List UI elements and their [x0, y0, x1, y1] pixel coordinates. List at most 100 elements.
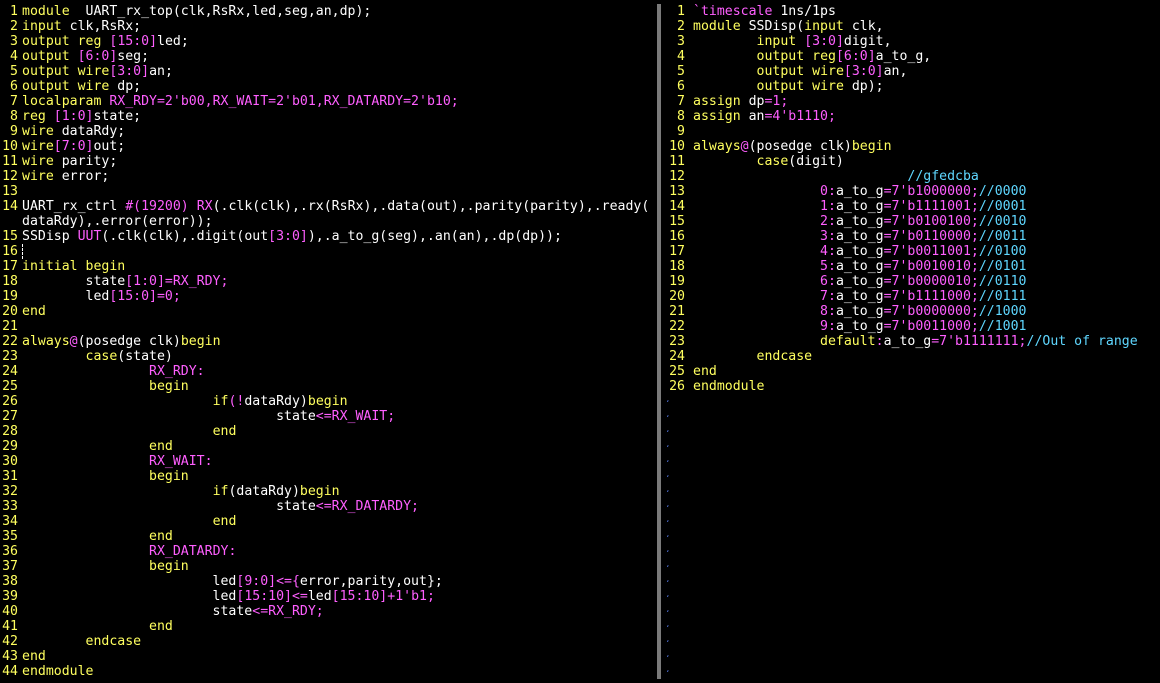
left-code-line[interactable]: 23 case(state) — [0, 349, 655, 364]
right-code-line[interactable]: 20 7:a_to_g=7'b1111000;//0111 — [667, 289, 1160, 304]
line-number: 14 — [2, 199, 18, 214]
left-code-line[interactable]: 44 endmodule — [0, 664, 655, 679]
right-code-line[interactable]: 12 //gfedcba — [667, 169, 1160, 184]
right-code-line[interactable]: 21 8:a_to_g=7'b0000000;//1000 — [667, 304, 1160, 319]
right-code-line[interactable]: 10 always@(posedge clk)begin — [667, 139, 1160, 154]
line-number: 13 — [669, 184, 685, 199]
left-code-line[interactable]: 2 input clk,RsRx; — [0, 19, 655, 34]
code-text: endcase — [756, 349, 813, 364]
left-code-line[interactable]: 40 state<=RX_RDY; — [0, 604, 655, 619]
right-code-line[interactable]: 16 3:a_to_g=7'b0110000;//0011 — [667, 229, 1160, 244]
right-code-line[interactable]: 18 5:a_to_g=7'b0010010;//0101 — [667, 259, 1160, 274]
empty-line-marker: ~ — [667, 454, 669, 469]
code-text: 8:a_to_g=7'b0000000;//1000 — [820, 304, 1027, 319]
right-code-line[interactable]: 3 input [3:0]digit, — [667, 34, 1160, 49]
left-code-line[interactable]: 31 begin — [0, 469, 655, 484]
left-code-line[interactable]: 28 end — [0, 424, 655, 439]
line-number: 11 — [2, 154, 18, 169]
line-number: 33 — [2, 499, 18, 514]
right-code-lines[interactable]: 1 `timescale 1ns/1ps 2 module SSDisp(input … — [667, 4, 1160, 679]
left-code-line[interactable]: 41 end — [0, 619, 655, 634]
left-code-line[interactable]: 9 wire dataRdy; — [0, 124, 655, 139]
left-code-line[interactable]: 43 end — [0, 649, 655, 664]
line-number: 26 — [669, 379, 685, 394]
left-code-line[interactable]: 21 — [0, 319, 655, 334]
left-code-line[interactable]: 33 state<=RX_DATARDY; — [0, 499, 655, 514]
right-code-line[interactable]: 11 case(digit) — [667, 154, 1160, 169]
left-code-line[interactable]: 27 state<=RX_WAIT; — [0, 409, 655, 424]
left-code-line[interactable]: 30 RX_WAIT: — [0, 454, 655, 469]
code-text: 3:a_to_g=7'b0110000;//0011 — [820, 229, 1027, 244]
right-code-line[interactable]: 7 assign dp=1; — [667, 94, 1160, 109]
left-code-line[interactable]: 5 output wire[3:0]an; — [0, 64, 655, 79]
code-text: SSDisp UUT(.clk(clk),.digit(out[3:0]),.a… — [22, 229, 562, 244]
left-code-lines[interactable]: 1 module UART_rx_top(clk,RsRx,led,seg,an,… — [0, 4, 655, 679]
left-code-line[interactable]: 20 end — [0, 304, 655, 319]
right-code-line[interactable]: 25 end — [667, 364, 1160, 379]
line-number: 16 — [669, 229, 685, 244]
left-code-line[interactable]: 14 UART_rx_ctrl #(19200) RX(.clk(clk),.rx… — [0, 199, 655, 214]
right-code-line[interactable]: 19 6:a_to_g=7'b0000010;//0110 — [667, 274, 1160, 289]
right-code-line[interactable]: 24 endcase — [667, 349, 1160, 364]
left-code-line[interactable]: 19 led[15:0]=0; — [0, 289, 655, 304]
left-code-line[interactable]: 22 always@(posedge clk)begin — [0, 334, 655, 349]
left-code-line[interactable]: 10 wire[7:0]out; — [0, 139, 655, 154]
left-code-line[interactable]: 8 reg [1:0]state; — [0, 109, 655, 124]
vertical-split-divider[interactable] — [655, 0, 667, 683]
left-code-line[interactable]: 39 led[15:10]<=led[15:10]+1'b1; — [0, 589, 655, 604]
right-code-line[interactable]: 26 endmodule — [667, 379, 1160, 394]
right-code-line[interactable]: 14 1:a_to_g=7'b1111001;//0001 — [667, 199, 1160, 214]
code-text: endmodule — [693, 379, 765, 394]
line-number: 39 — [2, 589, 18, 604]
left-code-line[interactable]: 38 led[9:0]<={error,parity,out}; — [0, 574, 655, 589]
left-code-line[interactable]: 32 if(dataRdy)begin — [0, 484, 655, 499]
right-code-line[interactable]: 5 output wire[3:0]an, — [667, 64, 1160, 79]
left-code-line[interactable]: 12 wire error; — [0, 169, 655, 184]
right-code-line[interactable]: 17 4:a_to_g=7'b0011001;//0100 — [667, 244, 1160, 259]
left-code-line[interactable]: 37 begin — [0, 559, 655, 574]
line-number: 9 — [10, 124, 18, 139]
left-editor-pane[interactable]: 1 module UART_rx_top(clk,RsRx,led,seg,an,… — [0, 0, 655, 683]
line-number: 18 — [2, 274, 18, 289]
left-code-line[interactable]: 25 begin — [0, 379, 655, 394]
left-code-line[interactable]: 26 if(!dataRdy)begin — [0, 394, 655, 409]
left-code-line[interactable]: 17 initial begin — [0, 259, 655, 274]
left-code-line[interactable]: 16 — [0, 244, 655, 259]
left-code-line[interactable]: 34 end — [0, 514, 655, 529]
left-code-line[interactable]: 11 wire parity; — [0, 154, 655, 169]
code-text: end — [22, 649, 46, 664]
left-code-line[interactable]: 15 SSDisp UUT(.clk(clk),.digit(out[3:0]),… — [0, 229, 655, 244]
right-code-line[interactable]: 9 — [667, 124, 1160, 139]
left-code-line[interactable]: 6 output wire dp; — [0, 79, 655, 94]
right-code-line[interactable]: 22 9:a_to_g=7'b0011000;//1001 — [667, 319, 1160, 334]
right-code-line[interactable]: 1 `timescale 1ns/1ps — [667, 4, 1160, 19]
left-code-line[interactable]: 35 end — [0, 529, 655, 544]
right-editor-pane[interactable]: 1 `timescale 1ns/1ps 2 module SSDisp(input … — [667, 0, 1160, 683]
code-text: state[1:0]=RX_RDY; — [22, 274, 229, 289]
right-empty-line: ~ — [667, 424, 1160, 439]
code-text: always@(posedge clk)begin — [22, 334, 221, 349]
left-code-line[interactable]: 29 end — [0, 439, 655, 454]
right-code-line[interactable]: 13 0:a_to_g=7'b1000000;//0000 — [667, 184, 1160, 199]
left-code-line[interactable]: 1 module UART_rx_top(clk,RsRx,led,seg,an,… — [0, 4, 655, 19]
right-code-line[interactable]: 2 module SSDisp(input clk, — [667, 19, 1160, 34]
right-code-line[interactable]: 23 default:a_to_g=7'b1111111;//Out of ra… — [667, 334, 1160, 349]
left-code-line[interactable]: 36 RX_DATARDY: — [0, 544, 655, 559]
right-code-line[interactable]: 15 2:a_to_g=7'b0100100;//0010 — [667, 214, 1160, 229]
empty-line-marker: ~ — [667, 514, 669, 529]
left-code-line[interactable]: 18 state[1:0]=RX_RDY; — [0, 274, 655, 289]
left-code-line[interactable]: 7 localparam RX_RDY=2'b00,RX_WAIT=2'b01,R… — [0, 94, 655, 109]
code-text: RX_RDY: — [149, 364, 205, 379]
line-number: 27 — [2, 409, 18, 424]
split-bar[interactable] — [657, 4, 661, 679]
right-code-line[interactable]: 6 output wire dp); — [667, 79, 1160, 94]
right-code-line[interactable]: 4 output reg[6:0]a_to_g, — [667, 49, 1160, 64]
left-code-line[interactable]: 42 endcase — [0, 634, 655, 649]
left-code-line[interactable]: 13 — [0, 184, 655, 199]
left-code-line[interactable]: 3 output reg [15:0]led; — [0, 34, 655, 49]
left-code-line[interactable]: 24 RX_RDY: — [0, 364, 655, 379]
right-empty-line: ~ — [667, 589, 1160, 604]
left-code-line[interactable]: 4 output [6:0]seg; — [0, 49, 655, 64]
left-code-line[interactable]: dataRdy),.error(error)); — [0, 214, 655, 229]
right-code-line[interactable]: 8 assign an=4'b1110; — [667, 109, 1160, 124]
